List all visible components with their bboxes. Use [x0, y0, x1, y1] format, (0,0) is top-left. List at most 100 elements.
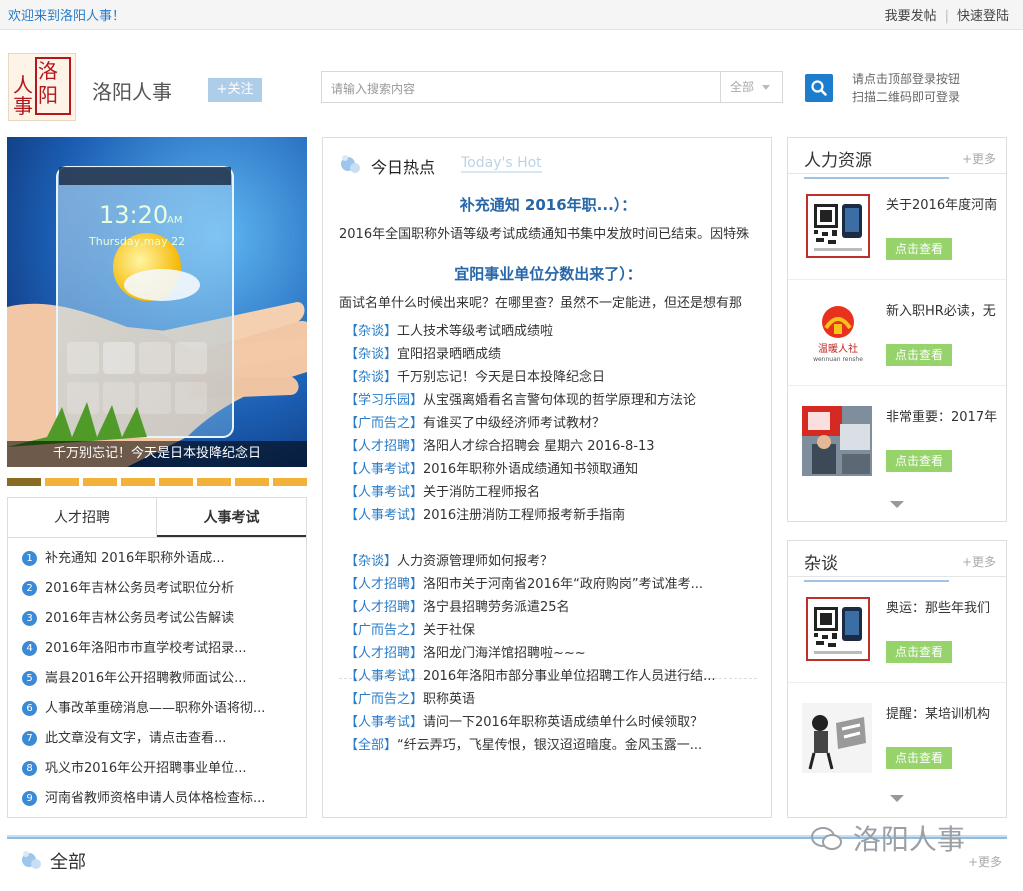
site-logo[interactable]: 洛 人 阳 事 — [8, 53, 76, 121]
hot-list-item[interactable]: 【人事考试】2016注册消防工程师报考新手指南 — [345, 504, 696, 527]
item-title[interactable]: 巩义市2016年公开招聘事业单位... — [45, 761, 246, 776]
hot-list-item[interactable]: 【杂谈】工人技术等级考试晒成绩啦 — [345, 320, 696, 343]
hot-list-item[interactable]: 【学习乐园】从宝强离婚看名言警句体现的哲学原理和方法论 — [345, 389, 696, 412]
tab-exam[interactable]: 人事考试 — [157, 498, 306, 537]
hot-list-item[interactable]: 【人才招聘】洛阳龙门海洋馆招聘啦~~~ — [345, 642, 716, 665]
hr-item-title[interactable]: 新入职HR必读，无 — [886, 300, 996, 319]
hot-list-item[interactable]: 【杂谈】千万别忘记！今天是日本投降纪念日 — [345, 366, 696, 389]
hot-list-item[interactable]: 【杂谈】宜阳招录晒晒成绩 — [345, 343, 696, 366]
exam-list-item[interactable]: 6 人事改革重磅消息——职称外语将彻... — [22, 694, 306, 724]
slider-dot[interactable] — [159, 478, 193, 486]
misc-item-title[interactable]: 提醒：某培训机构 — [886, 703, 990, 722]
hot-item-title[interactable]: 洛阳人才综合招聘会 星期六 2016-8-13 — [423, 439, 655, 454]
hot-list-item[interactable]: 【广而告之】关于社保 — [345, 619, 716, 642]
item-title[interactable]: 2016年吉林公务员考试职位分析 — [45, 581, 234, 596]
hot-item-title[interactable]: 2016注册消防工程师报考新手指南 — [423, 508, 625, 523]
category-tag[interactable]: 【学习乐园】 — [345, 393, 423, 408]
follow-button[interactable]: +关注 — [208, 78, 262, 102]
item-title[interactable]: 人事改革重磅消息——职称外语将彻... — [45, 701, 265, 716]
category-tag[interactable]: 【广而告之】 — [345, 416, 423, 431]
category-tag[interactable]: 【人才招聘】 — [345, 577, 423, 592]
misc-item[interactable]: 提醒：某培训机构 点击查看 — [788, 683, 1006, 817]
hr-item-title[interactable]: 关于2016年度河南 — [886, 194, 997, 213]
hot-item-title[interactable]: 有谁买了中级经济师考试教材？ — [423, 416, 605, 431]
hot-list-item[interactable]: 【杂谈】人力资源管理师如何报考？ — [345, 550, 716, 573]
hot-item-title[interactable]: 关于社保 — [423, 623, 475, 638]
item-title[interactable]: 嵩县2016年公开招聘教师面试公... — [45, 671, 246, 686]
view-button[interactable]: 点击查看 — [886, 641, 952, 663]
category-tag[interactable]: 【杂谈】 — [345, 324, 397, 339]
exam-list-item[interactable]: 8 巩义市2016年公开招聘事业单位... — [22, 754, 306, 784]
hot-item-title[interactable]: 从宝强离婚看名言警句体现的哲学原理和方法论 — [423, 393, 696, 408]
view-button[interactable]: 点击查看 — [886, 747, 952, 769]
exam-list-item[interactable]: 4 2016年洛阳市市直学校考试招录... — [22, 634, 306, 664]
item-title[interactable]: 2016年洛阳市市直学校考试招录... — [45, 641, 246, 656]
hot-item-title[interactable]: 洛阳龙门海洋馆招聘啦~~~ — [423, 646, 586, 661]
image-slider[interactable]: 13:20 AM Thursday,may 22 — [7, 137, 307, 467]
hr-item[interactable]: 关于2016年度河南 点击查看 — [788, 174, 1006, 280]
view-button[interactable]: 点击查看 — [886, 450, 952, 472]
category-tag[interactable]: 【人事考试】 — [345, 462, 423, 477]
item-title[interactable]: 补充通知 2016年职称外语成... — [45, 551, 225, 566]
category-tag[interactable]: 【人才招聘】 — [345, 600, 423, 615]
hot-list-item[interactable]: 【广而告之】有谁买了中级经济师考试教材？ — [345, 412, 696, 435]
hot-list-item[interactable]: 【人才招聘】洛阳市关于河南省2016年“政府购岗”考试准考... — [345, 573, 716, 596]
category-tag[interactable]: 【全部】 — [345, 738, 397, 753]
category-tag[interactable]: 【人事考试】 — [345, 508, 423, 523]
hr-more-link[interactable]: +更多 — [962, 150, 996, 167]
category-tag[interactable]: 【广而告之】 — [345, 623, 423, 638]
slider-dot[interactable] — [83, 478, 117, 486]
slider-dot[interactable] — [45, 478, 79, 486]
misc-item-title[interactable]: 奥运：那些年我们 — [886, 597, 990, 616]
hot-list-item[interactable]: 【人事考试】2016年职称外语成绩通知书领取通知 — [345, 458, 696, 481]
hot-item-title[interactable]: 洛宁县招聘劳务派遣25名 — [423, 600, 570, 615]
hot-item-title[interactable]: 洛阳市关于河南省2016年“政府购岗”考试准考... — [423, 577, 703, 592]
exam-list-item[interactable]: 7 此文章没有文字，请点击查看... — [22, 724, 306, 754]
misc-item[interactable]: 奥运：那些年我们 点击查看 — [788, 577, 1006, 683]
view-button[interactable]: 点击查看 — [886, 238, 952, 260]
category-tag[interactable]: 【人事考试】 — [345, 715, 423, 730]
slider-dot[interactable] — [7, 478, 41, 486]
category-tag[interactable]: 【广而告之】 — [345, 692, 423, 707]
hot-list-item[interactable]: 【人事考试】关于消防工程师报名 — [345, 481, 696, 504]
exam-list-item[interactable]: 1 补充通知 2016年职称外语成... — [22, 544, 306, 574]
hr-item-title[interactable]: 非常重要：2017年 — [886, 406, 997, 425]
exam-list-item[interactable]: 2 2016年吉林公务员考试职位分析 — [22, 574, 306, 604]
quick-login-link[interactable]: 快速登陆 — [957, 9, 1009, 24]
slide-caption[interactable]: 千万别忘记！今天是日本投降纪念日 — [7, 441, 307, 467]
hot-item-title[interactable]: 请问一下2016年职称英语成绩单什么时候领取？ — [423, 715, 703, 730]
category-tag[interactable]: 【人才招聘】 — [345, 646, 423, 661]
hot-list-item[interactable]: 【人事考试】2016年洛阳市部分事业单位招聘工作人员进行结... — [345, 665, 716, 688]
search-input[interactable]: 请输入搜索内容 全部 — [321, 71, 783, 103]
category-tag[interactable]: 【杂谈】 — [345, 554, 397, 569]
hot-list-item[interactable]: 【人事考试】请问一下2016年职称英语成绩单什么时候领取？ — [345, 711, 716, 734]
exam-list-item[interactable]: 9 河南省教师资格申请人员体格检查标... — [22, 784, 306, 814]
slider-dot[interactable] — [235, 478, 269, 486]
hot-item-title[interactable]: 千万别忘记！今天是日本投降纪念日 — [397, 370, 605, 385]
hot-headline[interactable]: 补充通知 2016年职...）： — [323, 194, 771, 215]
slider-dot[interactable] — [121, 478, 155, 486]
hot-item-title[interactable]: 2016年职称外语成绩通知书领取通知 — [423, 462, 638, 477]
hot-item-title[interactable]: “纤云弄巧，飞星传恨，银汉迢迢暗度。金风玉露一... — [397, 738, 702, 753]
misc-more-link[interactable]: +更多 — [962, 553, 996, 570]
item-title[interactable]: 2016年吉林公务员考试公告解读 — [45, 611, 234, 626]
hot-list-item[interactable]: 【人才招聘】洛宁县招聘劳务派遣25名 — [345, 596, 716, 619]
category-tag[interactable]: 【杂谈】 — [345, 370, 397, 385]
exam-list-item[interactable]: 5 嵩县2016年公开招聘教师面试公... — [22, 664, 306, 694]
exam-list-item[interactable]: 3 2016年吉林公务员考试公告解读 — [22, 604, 306, 634]
hot-item-title[interactable]: 2016年洛阳市部分事业单位招聘工作人员进行结... — [423, 669, 715, 684]
category-tag[interactable]: 【人事考试】 — [345, 485, 423, 500]
hot-list-item[interactable]: 【广而告之】职称英语 — [345, 688, 716, 711]
hot-item-title[interactable]: 关于消防工程师报名 — [423, 485, 540, 500]
expand-arrow-icon[interactable] — [890, 501, 904, 508]
category-tag[interactable]: 【人才招聘】 — [345, 439, 423, 454]
search-scope-select[interactable]: 全部 — [720, 72, 783, 102]
view-button[interactable]: 点击查看 — [886, 344, 952, 366]
all-more-link[interactable]: +更多 — [968, 853, 1002, 870]
slider-dot[interactable] — [197, 478, 231, 486]
hr-item[interactable]: 温暖人社 wennuan renshe 新入职HR必读，无 点击查看 — [788, 280, 1006, 386]
item-title[interactable]: 河南省教师资格申请人员体格检查标... — [45, 791, 265, 806]
hot-headline[interactable]: 宜阳事业单位分数出来了）： — [323, 263, 771, 284]
expand-arrow-icon[interactable] — [890, 795, 904, 802]
item-title[interactable]: 此文章没有文字，请点击查看... — [45, 731, 226, 746]
